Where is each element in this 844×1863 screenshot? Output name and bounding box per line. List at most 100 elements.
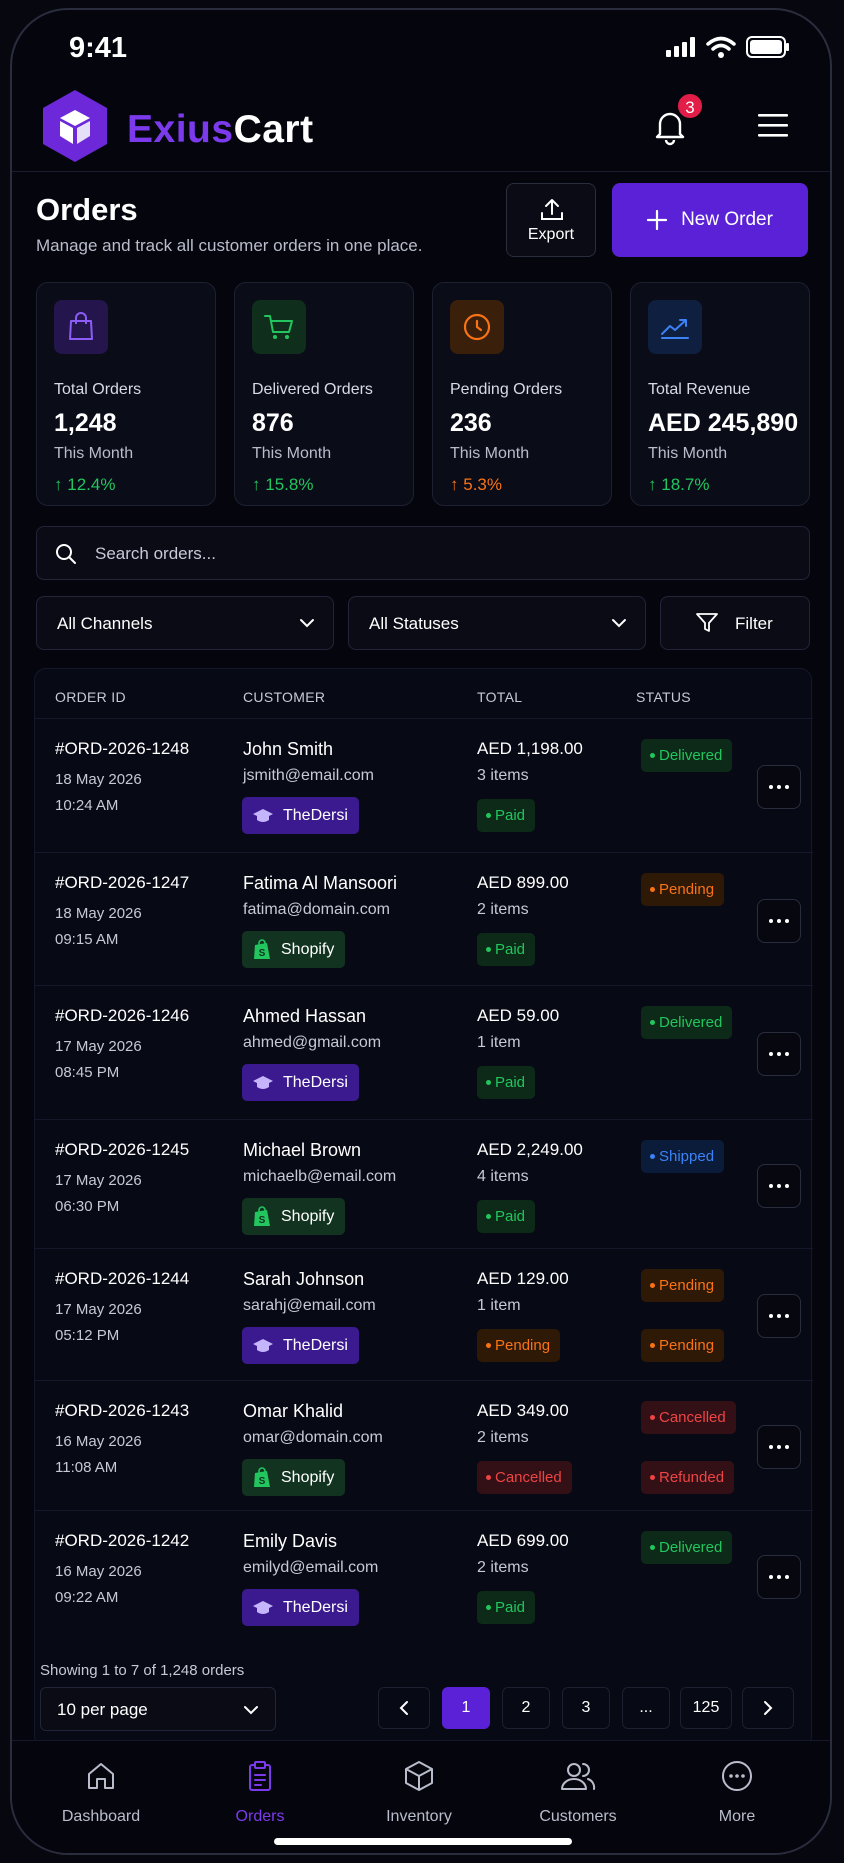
nav-item-more[interactable]: More bbox=[682, 1759, 792, 1826]
trend-chart-icon bbox=[661, 319, 689, 339]
pagination-page-2[interactable]: 2 bbox=[502, 1687, 550, 1729]
stat-change-value: 12.4% bbox=[67, 475, 116, 494]
table-row[interactable]: #ORD-2026-1248 18 May 2026 10:24 AM John Sm… bbox=[35, 718, 813, 852]
hamburger-menu-icon[interactable] bbox=[756, 112, 790, 138]
nav-item-dashboard[interactable]: Dashboard bbox=[46, 1759, 156, 1826]
pagination-page-last[interactable]: 125 bbox=[680, 1687, 732, 1729]
customer-name: Ahmed Hassan bbox=[243, 1006, 367, 1026]
order-id[interactable]: #ORD-2026-1242 bbox=[55, 1531, 189, 1551]
chevron-down-icon bbox=[244, 1706, 258, 1715]
arrow-up-icon: ↑ bbox=[252, 475, 266, 494]
row-actions-button[interactable] bbox=[757, 899, 801, 943]
order-total: AED 2,249.00 bbox=[477, 1140, 583, 1159]
order-status-text: Delivered bbox=[659, 747, 723, 764]
order-date: 16 May 2026 bbox=[55, 1433, 142, 1450]
table-row[interactable]: #ORD-2026-1242 16 May 2026 09:22 AM Emily D… bbox=[35, 1510, 813, 1640]
row-actions-button[interactable] bbox=[757, 1425, 801, 1469]
arrow-up-icon: ↑ bbox=[648, 475, 662, 494]
pagination-page-3[interactable]: 3 bbox=[562, 1687, 610, 1729]
status-icons bbox=[666, 36, 790, 58]
channel-name: TheDersi bbox=[283, 1073, 348, 1091]
pagination-page-1[interactable]: 1 bbox=[442, 1687, 490, 1729]
home-indicator bbox=[274, 1838, 572, 1845]
payment-status-badge: Paid bbox=[477, 1591, 536, 1624]
stat-icon-box bbox=[252, 300, 306, 354]
page-title: Orders bbox=[36, 192, 138, 227]
order-id[interactable]: #ORD-2026-1244 bbox=[55, 1269, 189, 1289]
search-input[interactable]: Search orders... bbox=[36, 526, 810, 580]
pagination-prev-button[interactable] bbox=[378, 1687, 430, 1729]
shopify-bag-icon: S bbox=[254, 938, 270, 959]
nav-item-orders[interactable]: Orders bbox=[205, 1759, 315, 1826]
table-row[interactable]: #ORD-2026-1246 17 May 2026 08:45 PM Ahmed H… bbox=[35, 985, 813, 1119]
stat-title: Total Orders bbox=[54, 381, 142, 398]
wifi-icon bbox=[706, 36, 736, 58]
channel-badge: TheDersi bbox=[242, 1064, 359, 1101]
order-total: AED 899.00 bbox=[477, 873, 569, 892]
stat-period: This Month bbox=[648, 445, 728, 462]
customer-email: emilyd@email.com bbox=[243, 1559, 379, 1576]
pagination-next-button[interactable] bbox=[742, 1687, 794, 1729]
table-row[interactable]: #ORD-2026-1247 18 May 2026 09:15 AM Fatima … bbox=[35, 852, 813, 985]
column-header-status: STATUS bbox=[636, 689, 691, 705]
export-button[interactable]: Export bbox=[506, 183, 596, 257]
order-status-badge: Delivered bbox=[641, 1006, 733, 1039]
channel-badge: S Shopify bbox=[242, 931, 346, 968]
order-time: 09:22 AM bbox=[55, 1589, 119, 1606]
order-time: 10:24 AM bbox=[55, 797, 119, 814]
graduation-cap-icon bbox=[253, 1600, 273, 1614]
customer-email: jsmith@email.com bbox=[243, 767, 374, 784]
table-row[interactable]: #ORD-2026-1243 16 May 2026 11:08 AM Omar Kh… bbox=[35, 1380, 813, 1510]
order-id[interactable]: #ORD-2026-1245 bbox=[55, 1140, 189, 1160]
dot bbox=[777, 1445, 781, 1449]
row-actions-button[interactable] bbox=[757, 1164, 801, 1208]
phone-frame: 9:41 ExiusCart 3 Orders Manage and track… bbox=[10, 8, 832, 1855]
order-id[interactable]: #ORD-2026-1248 bbox=[55, 739, 189, 759]
per-page-select[interactable]: 10 per page bbox=[40, 1687, 276, 1731]
nav-label: Dashboard bbox=[61, 1808, 141, 1825]
status-select[interactable]: All Statuses bbox=[348, 596, 646, 650]
status-dot bbox=[486, 1343, 491, 1348]
customer-name: Emily Davis bbox=[243, 1531, 338, 1551]
status-dot bbox=[486, 1605, 491, 1610]
order-items: 3 items bbox=[477, 767, 529, 784]
brand-name: ExiusCart bbox=[127, 108, 314, 152]
stat-icon-box bbox=[450, 300, 504, 354]
secondary-status-badge: Refunded bbox=[641, 1461, 735, 1494]
box-icon bbox=[405, 1761, 433, 1791]
row-actions-button[interactable] bbox=[757, 765, 801, 809]
status-dot bbox=[650, 1415, 655, 1420]
status-dot bbox=[486, 1214, 491, 1219]
filter-label: Filter bbox=[735, 614, 773, 633]
order-id[interactable]: #ORD-2026-1246 bbox=[55, 1006, 189, 1026]
new-order-button[interactable]: New Order bbox=[612, 183, 808, 257]
column-header-order-id: ORDER ID bbox=[55, 689, 126, 705]
payment-status-badge: Paid bbox=[477, 1200, 536, 1233]
order-id[interactable]: #ORD-2026-1243 bbox=[55, 1401, 189, 1421]
chevron-right-icon bbox=[764, 1701, 773, 1715]
graduation-cap-icon bbox=[253, 808, 273, 822]
graduation-cap-icon bbox=[253, 1075, 273, 1089]
filter-button[interactable]: Filter bbox=[660, 596, 810, 650]
order-items: 1 item bbox=[477, 1034, 521, 1051]
payment-status-text: Paid bbox=[495, 807, 526, 824]
channel-select[interactable]: All Channels bbox=[36, 596, 334, 650]
row-actions-button[interactable] bbox=[757, 1555, 801, 1599]
cube-logo-icon bbox=[43, 90, 107, 162]
row-actions-button[interactable] bbox=[757, 1032, 801, 1076]
row-actions-button[interactable] bbox=[757, 1294, 801, 1338]
customer-email: sarahj@email.com bbox=[243, 1297, 376, 1314]
nav-item-inventory[interactable]: Inventory bbox=[364, 1759, 474, 1826]
order-items: 4 items bbox=[477, 1168, 529, 1185]
table-row[interactable]: #ORD-2026-1245 17 May 2026 06:30 PM Michael… bbox=[35, 1119, 813, 1248]
status-dot bbox=[650, 1475, 655, 1480]
stat-value: 236 bbox=[450, 409, 492, 437]
status-dot bbox=[650, 887, 655, 892]
table-row[interactable]: #ORD-2026-1244 17 May 2026 05:12 PM Sarah J… bbox=[35, 1248, 813, 1380]
order-date: 18 May 2026 bbox=[55, 771, 142, 788]
stat-title: Total Revenue bbox=[648, 381, 751, 398]
arrow-up-icon: ↑ bbox=[450, 475, 464, 494]
channel-name: TheDersi bbox=[283, 1336, 348, 1354]
nav-item-customers[interactable]: Customers bbox=[523, 1759, 633, 1826]
order-id[interactable]: #ORD-2026-1247 bbox=[55, 873, 189, 893]
